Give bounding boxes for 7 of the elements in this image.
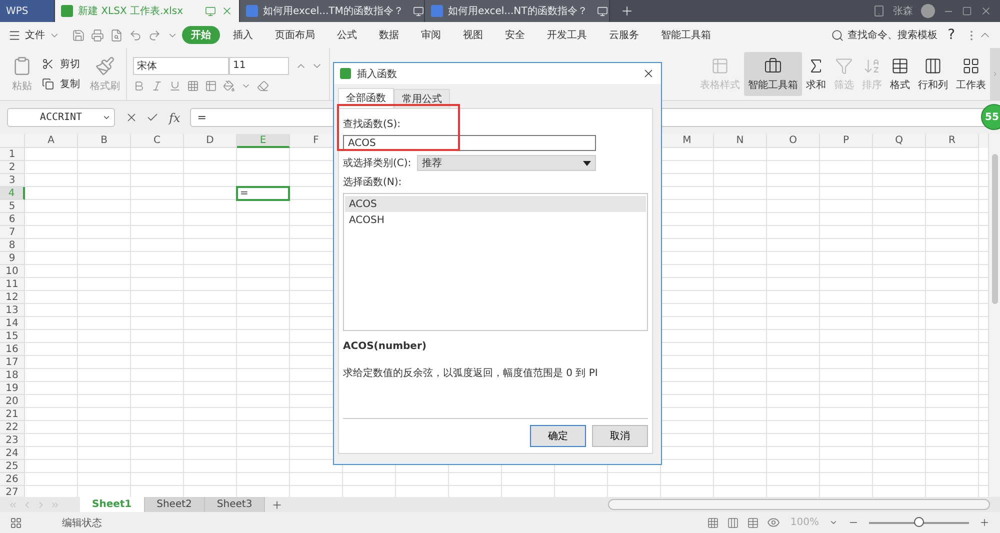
status-text: 编辑状态 (62, 516, 102, 530)
function-signature: ACOS(number) (343, 341, 428, 352)
list-label: 选择函数(N): (343, 176, 403, 189)
search-label: 查找函数(S): (343, 118, 402, 131)
dialog-title: 插入函数 (357, 68, 397, 80)
category-label: 或选择类别(C): (343, 156, 412, 170)
function-description: 求给定数值的反余弦，以弧度返回，幅度值范围是 0 到 PI (343, 366, 599, 380)
